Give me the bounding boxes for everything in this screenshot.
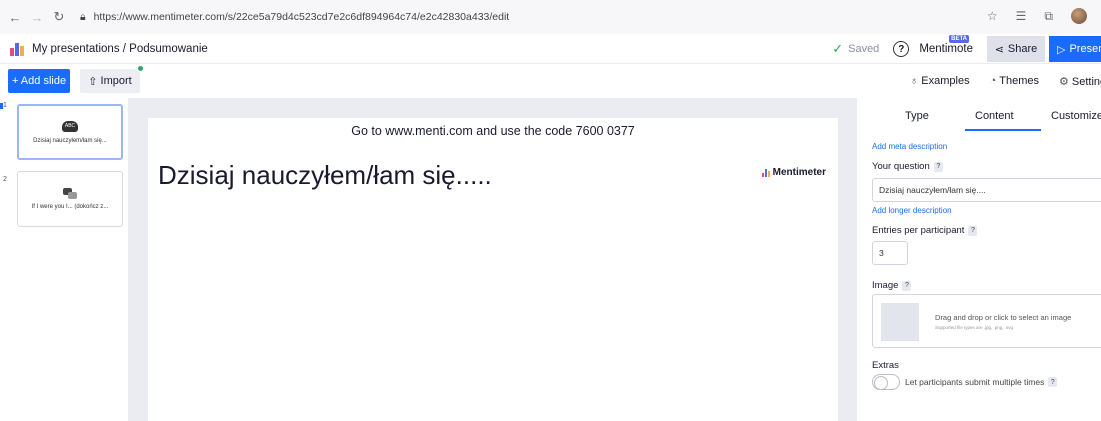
editor-toolbar: + Add slide ⇧ Import ♁ Examples ◔ Themes ⚙… <box>0 64 1101 98</box>
examples-label: Examples <box>921 75 970 87</box>
notification-dot <box>137 65 144 72</box>
examples-button[interactable]: ♁ Examples <box>910 75 970 87</box>
multiple-submissions-label: Let participants submit multiple times ? <box>905 377 1058 387</box>
slide-question: Dzisiaj nauczyłem/łam się..... <box>158 160 492 190</box>
present-button[interactable]: ▷ Present <box>1049 36 1101 62</box>
help-icon[interactable]: ? <box>933 161 943 172</box>
your-question-label: Your question ? <box>872 161 943 172</box>
help-icon[interactable]: ? <box>1048 377 1058 387</box>
add-slide-button[interactable]: + Add slide <box>8 69 70 93</box>
share-icon: ⋖ <box>994 43 1004 56</box>
brand-label: Mentimeter <box>772 167 826 178</box>
import-label: Import <box>100 75 132 87</box>
lightbulb-icon: ♁ <box>910 75 919 87</box>
editor-panel: Type Content Customize Add meta descript… <box>856 98 1101 421</box>
mentimeter-mini-logo-icon <box>761 168 770 177</box>
question-input[interactable]: Dzisiaj nauczyłem/łam się.... <box>872 178 1101 202</box>
play-icon: ▷ <box>1057 43 1066 56</box>
join-instructions: Go to www.menti.com and use the code 760… <box>148 124 838 138</box>
panel-tabs: Type Content Customize <box>857 98 1101 132</box>
settings-label: Settings <box>1071 75 1101 88</box>
slide-thumbnail-label: Dzisiaj nauczyłem/łam się... <box>33 137 107 144</box>
mentimote-label: Mentimote <box>919 43 973 55</box>
instruction-text: Go to www.menti.com and use the code <box>351 124 573 138</box>
lock-icon: 🔒︎ <box>80 10 86 23</box>
gear-icon: ⚙ <box>1059 75 1069 88</box>
mentimeter-brand: Mentimeter <box>761 167 826 178</box>
upload-icon: ⇧ <box>88 75 98 88</box>
breadcrumb[interactable]: My presentations / Podsumowanie <box>32 43 208 55</box>
toggle-label-text: Let participants submit multiple times <box>905 377 1045 387</box>
word-cloud-icon: ABC <box>62 120 78 132</box>
tab-content[interactable]: Content <box>975 110 1014 122</box>
slide-list: 1 ABC Dzisiaj nauczyłem/łam się... 2 If … <box>0 98 128 421</box>
slide-number: 1 <box>3 102 7 109</box>
image-placeholder <box>881 303 919 341</box>
entries-input[interactable]: 3 <box>872 241 908 265</box>
your-question-text: Your question <box>872 161 930 172</box>
add-meta-description-link[interactable]: Add meta description <box>872 142 947 151</box>
favorites-icon[interactable]: ☰ <box>1016 9 1027 23</box>
back-icon[interactable]: ← <box>8 10 22 25</box>
url-text: https://www.mentimeter.com/s/22ce5a79d4c… <box>93 11 510 23</box>
multiple-submissions-toggle[interactable] <box>872 374 900 390</box>
slide-thumbnail[interactable]: ABC Dzisiaj nauczyłem/łam się... <box>17 104 123 160</box>
browser-toolbar: ← → ↻ 🔒︎ https://www.mentimeter.com/s/22… <box>0 0 1101 34</box>
mentimote-button[interactable]: Mentimote BETA <box>919 35 973 55</box>
image-dropzone[interactable]: Drag and drop or click to select an imag… <box>872 294 1101 348</box>
collections-icon[interactable]: ⧉ <box>1044 9 1053 24</box>
present-label: Present <box>1069 43 1101 55</box>
beta-badge: BETA <box>949 35 969 43</box>
slide-preview[interactable]: Go to www.menti.com and use the code 760… <box>148 118 838 421</box>
avatar[interactable] <box>1071 8 1087 24</box>
settings-button[interactable]: ⚙Settings <box>1059 75 1101 88</box>
share-label: Share <box>1007 43 1038 55</box>
slide-thumbnail-label: If I were you I... (dokończ z... <box>31 204 109 210</box>
themes-button[interactable]: ◔ Themes <box>990 75 1039 87</box>
help-icon[interactable]: ? <box>902 280 912 291</box>
checkmark-icon: ✓ <box>832 41 844 56</box>
help-icon[interactable]: ? <box>893 41 910 57</box>
share-button[interactable]: ⋖ Share <box>987 36 1045 62</box>
app-header: My presentations / Podsumowanie ✓ Saved … <box>0 34 1101 64</box>
image-label: Image ? <box>872 280 912 291</box>
voting-code: 7600 0377 <box>575 124 635 138</box>
reload-icon[interactable]: ↻ <box>52 9 66 25</box>
tab-customize[interactable]: Customize <box>1051 110 1101 122</box>
dropzone-instruction: Drag and drop or click to select an imag… <box>935 313 1072 322</box>
import-button[interactable]: ⇧ Import <box>80 65 144 93</box>
extras-label-text: Extras <box>872 360 899 371</box>
slide-number: 2 <box>3 176 7 183</box>
help-icon[interactable]: ? <box>968 225 978 236</box>
active-tab-indicator <box>965 129 1041 131</box>
mentimeter-logo-icon[interactable] <box>10 42 24 56</box>
bookmark-star-icon[interactable]: ☆ <box>987 9 998 23</box>
palette-icon: ◔ <box>989 75 997 87</box>
entries-per-participant-label: Entries per participant ? <box>872 225 978 236</box>
entries-label-text: Entries per participant <box>872 225 965 236</box>
tab-type[interactable]: Type <box>905 110 929 122</box>
saved-label: Saved <box>848 43 880 55</box>
add-longer-description-link[interactable]: Add longer description <box>872 206 952 215</box>
extras-label: Extras <box>872 360 899 371</box>
dropzone-file-types: Supported file types are .jpg, .png, .sv… <box>935 325 1014 330</box>
open-ended-icon <box>63 188 77 199</box>
forward-icon[interactable]: → <box>30 10 44 25</box>
image-label-text: Image <box>872 280 899 291</box>
address-bar[interactable]: 🔒︎ https://www.mentimeter.com/s/22ce5a79… <box>80 11 509 24</box>
themes-label: Themes <box>999 75 1039 87</box>
slide-thumbnail[interactable]: If I were you I... (dokończ z... <box>17 171 123 227</box>
saved-status: ✓ Saved <box>832 41 879 57</box>
